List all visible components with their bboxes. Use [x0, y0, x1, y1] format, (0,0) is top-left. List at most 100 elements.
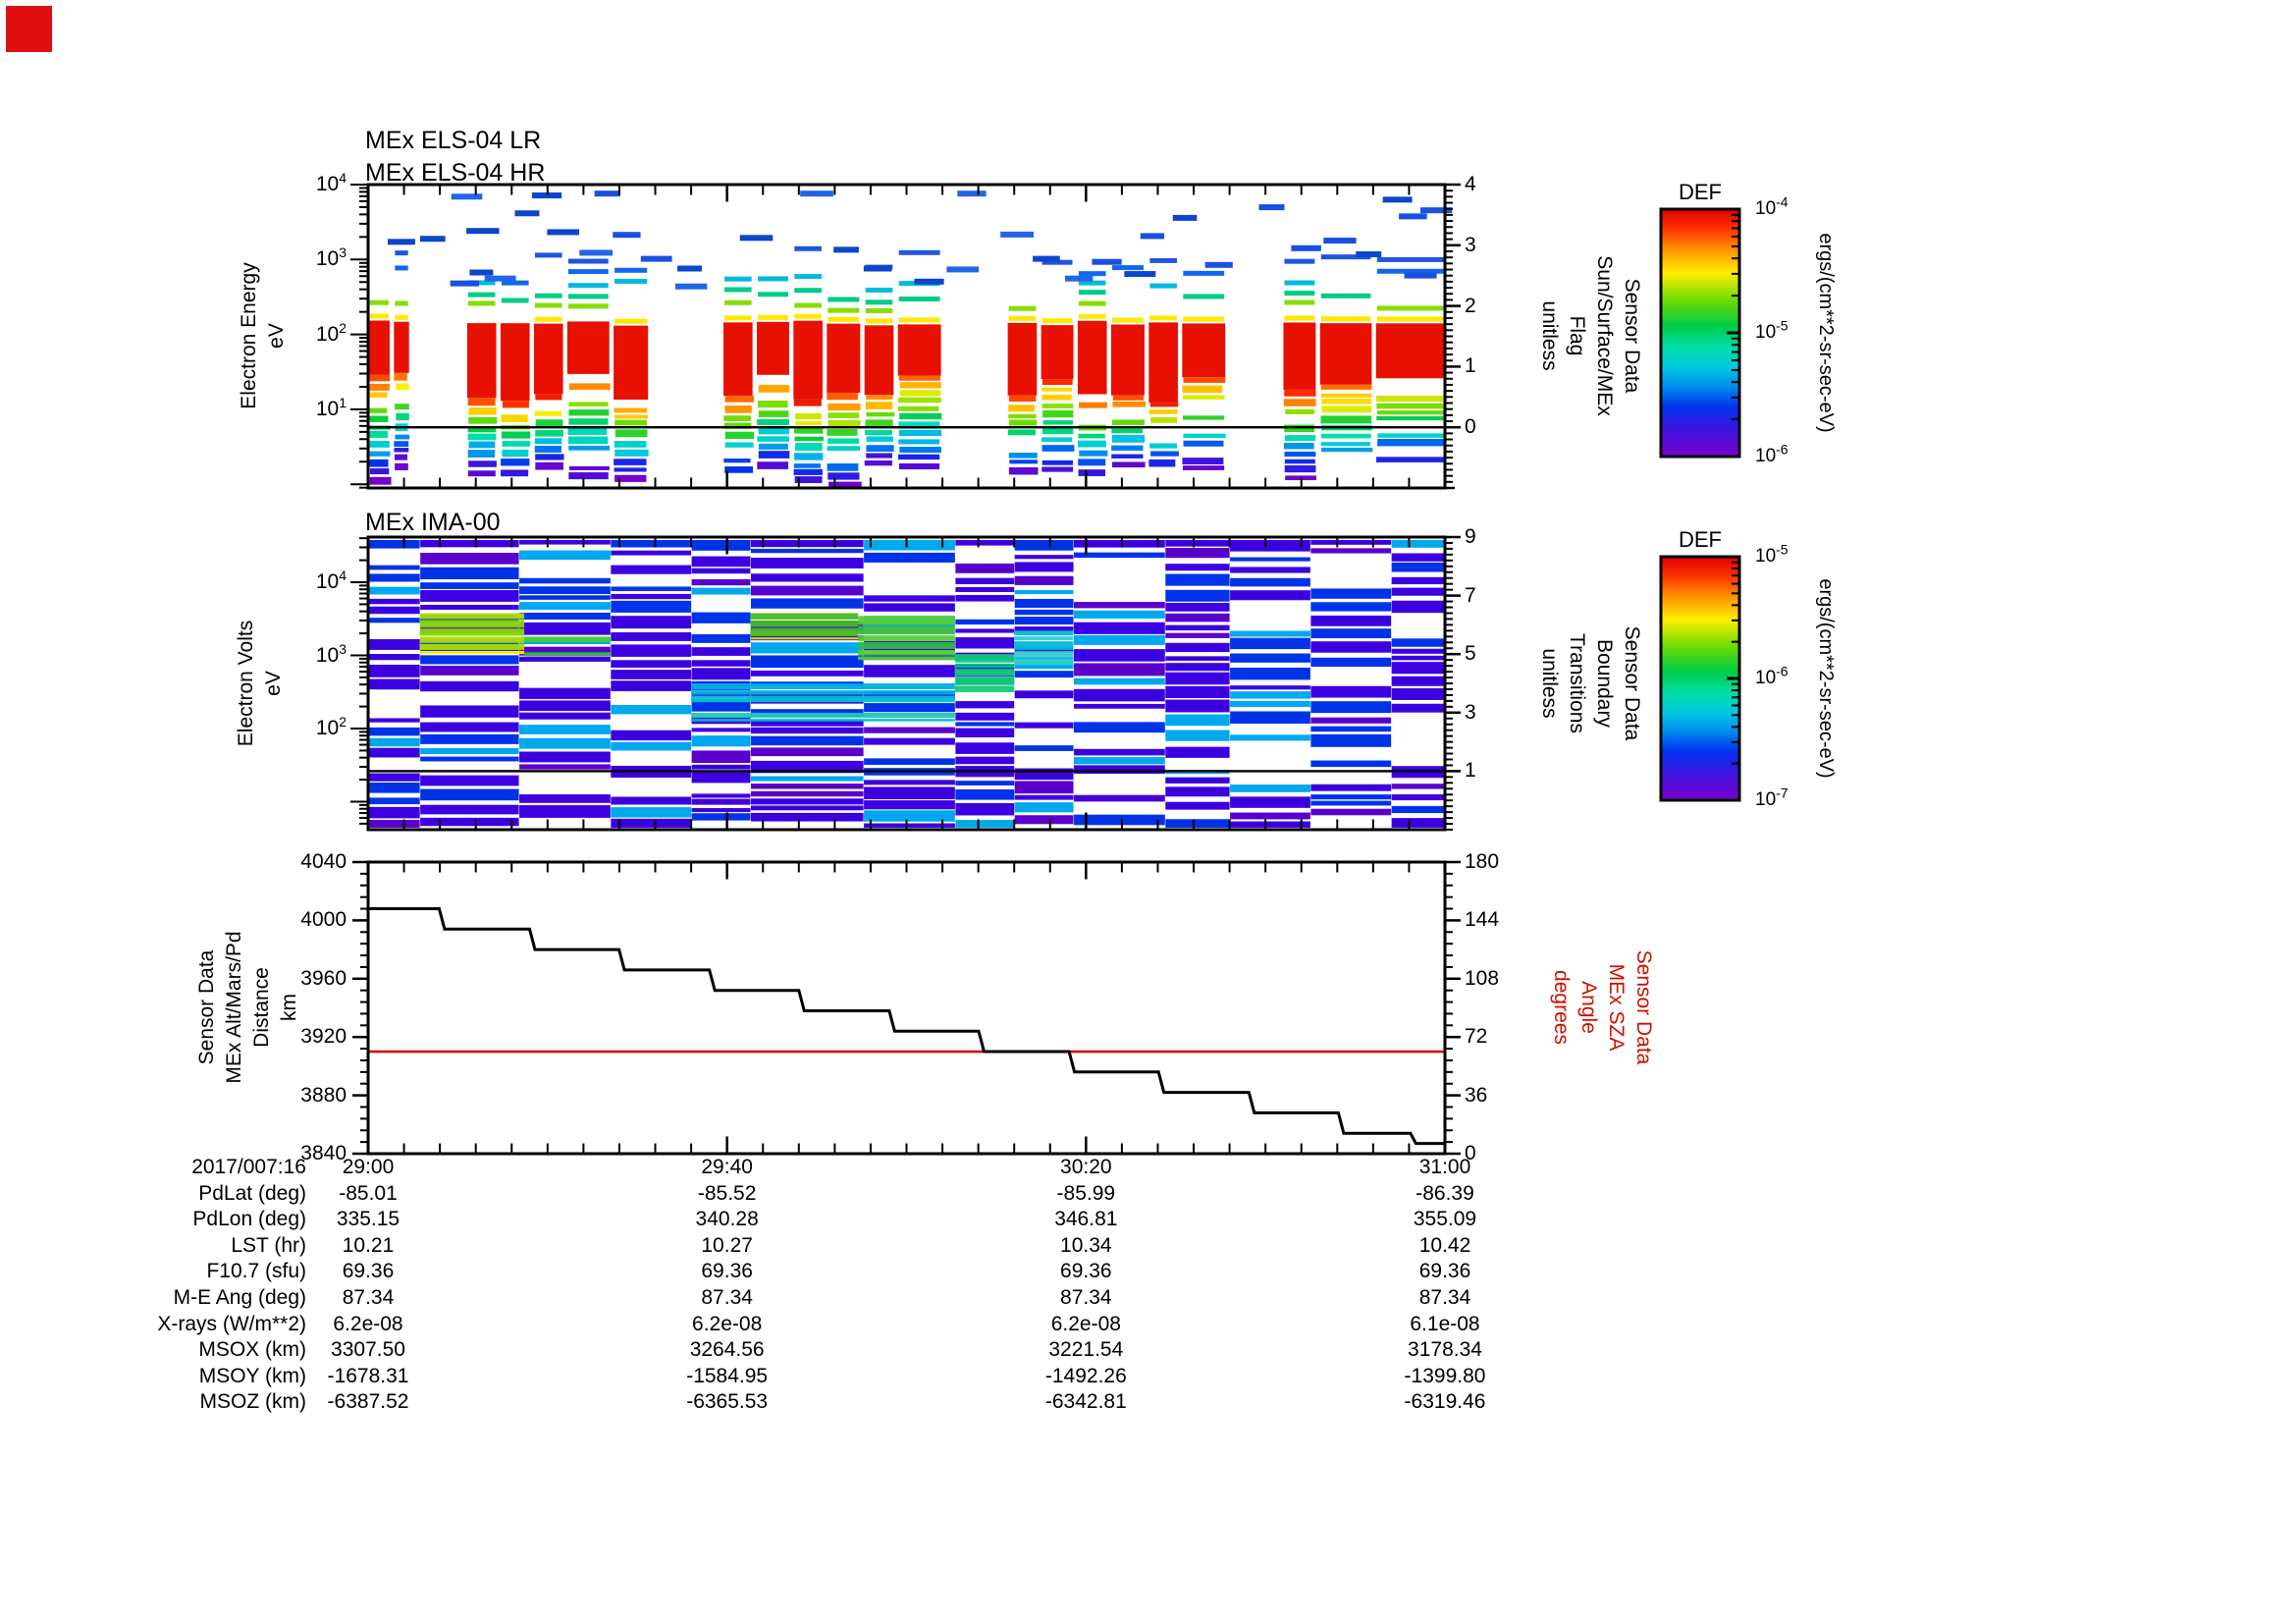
axis-title-line: Sensor Data [1629, 950, 1657, 1065]
table-value: 87.34 [280, 1285, 456, 1311]
y-axis-tick-label: 4000 [199, 907, 347, 933]
axis-title-line: unitless [1535, 255, 1563, 415]
y2-axis-tick-label: 2 [1465, 294, 1476, 319]
table-value: 6.2e-08 [639, 1312, 816, 1337]
table-row-label: M-E Ang (deg) [51, 1285, 306, 1311]
y2-axis-tick-label: 4 [1465, 172, 1476, 197]
table-value: -6387.52 [280, 1389, 456, 1415]
y-axis-tick-label: 104 [199, 172, 347, 197]
colorbar-tick-label: 10-5 [1755, 320, 1789, 346]
table-row-label: PdLon (deg) [51, 1207, 306, 1232]
table-value: -85.01 [280, 1181, 456, 1207]
table-value: -6319.46 [1357, 1389, 1533, 1415]
table-value: -1584.95 [639, 1364, 816, 1389]
y-axis-tick-label: 102 [199, 322, 347, 348]
table-row-label: X-rays (W/m**2) [51, 1312, 306, 1337]
colorbar-tick-label: 10-5 [1755, 544, 1789, 569]
y-axis-tick-label: 3960 [199, 966, 347, 992]
table-row-label: F10.7 (sfu) [51, 1259, 306, 1284]
y2-axis-tick-label: 144 [1465, 907, 1499, 933]
axis-title-line: Distance [248, 931, 276, 1083]
axis-title-line: Angle [1575, 950, 1602, 1065]
colorbar-tick-label: 10-6 [1755, 444, 1789, 469]
table-value: 3221.54 [997, 1337, 1174, 1363]
plot-page: MEx ELS-04 LR MEx ELS-04 HR MEx IMA-00 E… [0, 0, 2296, 1623]
y-axis-tick-label: 104 [199, 569, 347, 595]
axis-title-line: Sun/Surface/MEx [1590, 255, 1618, 415]
axis-title-line: Sensor Data [1618, 255, 1645, 415]
table-value: -1678.31 [280, 1364, 456, 1389]
panel2-y2-axis-title: Sensor Data Boundary Transitions unitles… [1535, 626, 1645, 741]
table-value: 355.09 [1357, 1207, 1533, 1232]
table-row-label: MSOZ (km) [51, 1389, 306, 1415]
table-value: 10.21 [280, 1233, 456, 1259]
table-value: -85.52 [639, 1181, 816, 1207]
x-axis-tick-label: 30:20 [997, 1155, 1174, 1180]
table-value: 69.36 [280, 1259, 456, 1284]
y-axis-tick-label: 102 [199, 716, 347, 741]
table-value: 69.36 [639, 1259, 816, 1284]
axis-title-line: Sensor Data [1618, 626, 1645, 741]
table-row-label: MSOX (km) [51, 1337, 306, 1363]
table-value: 69.36 [997, 1259, 1174, 1284]
panel1-y2-axis-title: Sensor Data Sun/Surface/MEx Flag unitles… [1535, 255, 1645, 415]
colorbar1-units: ergs/(cm**2-sr-sec-eV) [1812, 233, 1840, 432]
table-value: 6.1e-08 [1357, 1312, 1533, 1337]
table-value: 340.28 [639, 1207, 816, 1232]
y2-axis-tick-label: 36 [1465, 1083, 1487, 1109]
axis-title-line: Flag [1563, 255, 1590, 415]
panel2-title-line1: MEx IMA-00 [365, 507, 501, 539]
y2-axis-tick-label: 0 [1465, 414, 1476, 440]
colorbar-tick-label: 10-4 [1755, 196, 1789, 222]
axis-title-line: degrees [1547, 950, 1575, 1065]
axis-title-line: Sensor Data [193, 931, 221, 1083]
y-axis-tick-label: 103 [199, 246, 347, 272]
colorbar-tick-label: 10-6 [1755, 666, 1789, 691]
table-value: 10.42 [1357, 1233, 1533, 1259]
y2-axis-tick-label: 5 [1465, 641, 1476, 667]
table-value: -86.39 [1357, 1181, 1533, 1207]
y2-axis-tick-label: 9 [1465, 524, 1476, 550]
colorbar2-units: ergs/(cm**2-sr-sec-eV) [1812, 578, 1840, 778]
panel3-y2-axis-title: Sensor Data MEx SZA Angle degrees [1547, 950, 1657, 1065]
table-value: 346.81 [997, 1207, 1174, 1232]
table-value: 69.36 [1357, 1259, 1533, 1284]
y-axis-tick-label: 103 [199, 643, 347, 669]
colorbar1-title: DEF [1679, 180, 1722, 205]
y-axis-tick-label: 101 [199, 397, 347, 422]
y-axis-tick-label: 4040 [199, 849, 347, 875]
table-value: 87.34 [639, 1285, 816, 1311]
table-row-label: LST (hr) [51, 1233, 306, 1259]
table-value: 3264.56 [639, 1337, 816, 1363]
y2-axis-tick-label: 108 [1465, 966, 1499, 992]
axis-title-line: Transitions [1563, 626, 1590, 741]
table-value: 335.15 [280, 1207, 456, 1232]
axis-title-line: Boundary [1590, 626, 1618, 741]
table-row-label: MSOY (km) [51, 1364, 306, 1389]
x-axis-tick-label: 29:40 [639, 1155, 816, 1180]
table-value: -85.99 [997, 1181, 1174, 1207]
table-value: 87.34 [1357, 1285, 1533, 1311]
panel2-title: MEx IMA-00 [365, 507, 501, 539]
panel1-title-line2: MEx ELS-04 HR [365, 157, 545, 189]
table-value: 6.2e-08 [997, 1312, 1174, 1337]
table-value: -6342.81 [997, 1389, 1174, 1415]
axis-title-line: km [276, 931, 303, 1083]
panel3-y-axis-title: Sensor Data MEx Alt/Mars/Pd Distance km [193, 931, 303, 1083]
table-value: 6.2e-08 [280, 1312, 456, 1337]
table-value: -1492.26 [997, 1364, 1174, 1389]
table-value: 10.34 [997, 1233, 1174, 1259]
y2-axis-tick-label: 180 [1465, 849, 1499, 875]
axis-title-line: unitless [1535, 626, 1563, 741]
y2-axis-tick-label: 3 [1465, 233, 1476, 258]
table-value: 87.34 [997, 1285, 1174, 1311]
y-axis-tick-label: 3920 [199, 1024, 347, 1050]
y2-axis-tick-label: 3 [1465, 700, 1476, 726]
y-axis-tick-label: 3880 [199, 1083, 347, 1109]
x-axis-tick-label: 31:00 [1357, 1155, 1533, 1180]
colorbar2-title: DEF [1679, 527, 1722, 553]
table-row-label: PdLat (deg) [51, 1181, 306, 1207]
y2-axis-tick-label: 1 [1465, 353, 1476, 379]
table-value: -6365.53 [639, 1389, 816, 1415]
axis-title-line: MEx Alt/Mars/Pd [221, 931, 248, 1083]
